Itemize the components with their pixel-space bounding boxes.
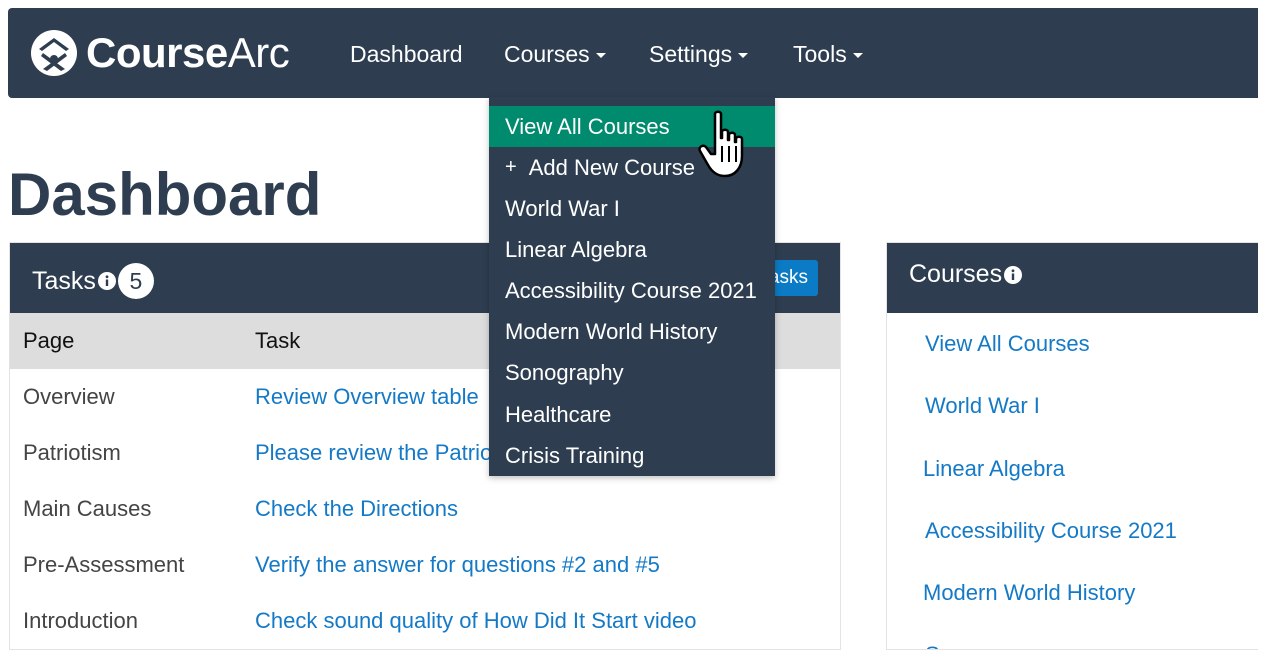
menu-item-accessibility-course[interactable]: Accessibility Course 2021 [489,270,775,311]
caret-down-icon [738,53,749,59]
hand-pointer-icon [698,110,744,178]
menu-item-modern-world-history[interactable]: Modern World History [489,311,775,352]
table-row: Main Causes Check the Directions [10,481,840,537]
task-link[interactable]: Verify the answer for questions #2 and #… [255,552,660,577]
menu-item-crisis-training[interactable]: Crisis Training [489,435,775,476]
nav-settings[interactable]: Settings [649,41,749,68]
course-link-view-all[interactable]: View All Courses [925,331,1090,357]
task-link[interactable]: Please review the Patrio [255,440,492,465]
tasks-title: Tasks 5 [32,263,154,299]
row-page: Patriotism [23,440,121,465]
row-page: Main Causes [23,496,152,521]
courses-panel: Courses View All Courses World War I Lin… [886,242,1258,650]
nav-dashboard[interactable]: Dashboard [350,41,463,68]
top-navbar: CourseArc Dashboard Courses Settings Too… [8,8,1258,98]
row-page: Overview [23,384,115,409]
menu-item-healthcare[interactable]: Healthcare [489,394,775,435]
menu-item-world-war-i[interactable]: World War I [489,188,775,229]
caret-down-icon [852,53,863,59]
plus-icon: + [505,156,517,178]
course-link-sonography[interactable]: S [925,642,940,649]
menu-item-sonography[interactable]: Sonography [489,352,775,393]
row-page: Pre-Assessment [23,552,185,577]
courses-title: Courses [909,260,1023,289]
column-header-page: Page [10,313,255,369]
page-title: Dashboard [8,161,322,228]
info-icon[interactable] [1004,265,1023,284]
table-row: Pre-Assessment Verify the answer for que… [10,537,840,593]
task-link[interactable]: Check the Directions [255,496,458,521]
coursearc-logo-icon [31,30,77,76]
menu-item-linear-algebra[interactable]: Linear Algebra [489,229,775,270]
course-link-accessibility[interactable]: Accessibility Course 2021 [925,518,1177,544]
task-count-badge: 5 [117,263,154,299]
table-row: Introduction Check sound quality of How … [10,593,840,649]
course-link-modern-world-history[interactable]: Modern World History [923,580,1135,606]
course-link-world-war-i[interactable]: World War I [925,393,1040,419]
coursearc-logo[interactable]: CourseArc [30,28,290,78]
row-page: Introduction [23,608,138,633]
nav-tools[interactable]: Tools [793,41,863,68]
info-icon[interactable] [97,272,116,290]
courses-panel-header: Courses [887,243,1258,313]
task-link[interactable]: Check sound quality of How Did It Start … [255,608,696,633]
course-link-linear-algebra[interactable]: Linear Algebra [923,456,1065,482]
brand-name: CourseArc [86,29,290,76]
task-link[interactable]: Review Overview table [255,384,479,409]
caret-down-icon [595,53,606,59]
nav-courses[interactable]: Courses [504,41,606,68]
